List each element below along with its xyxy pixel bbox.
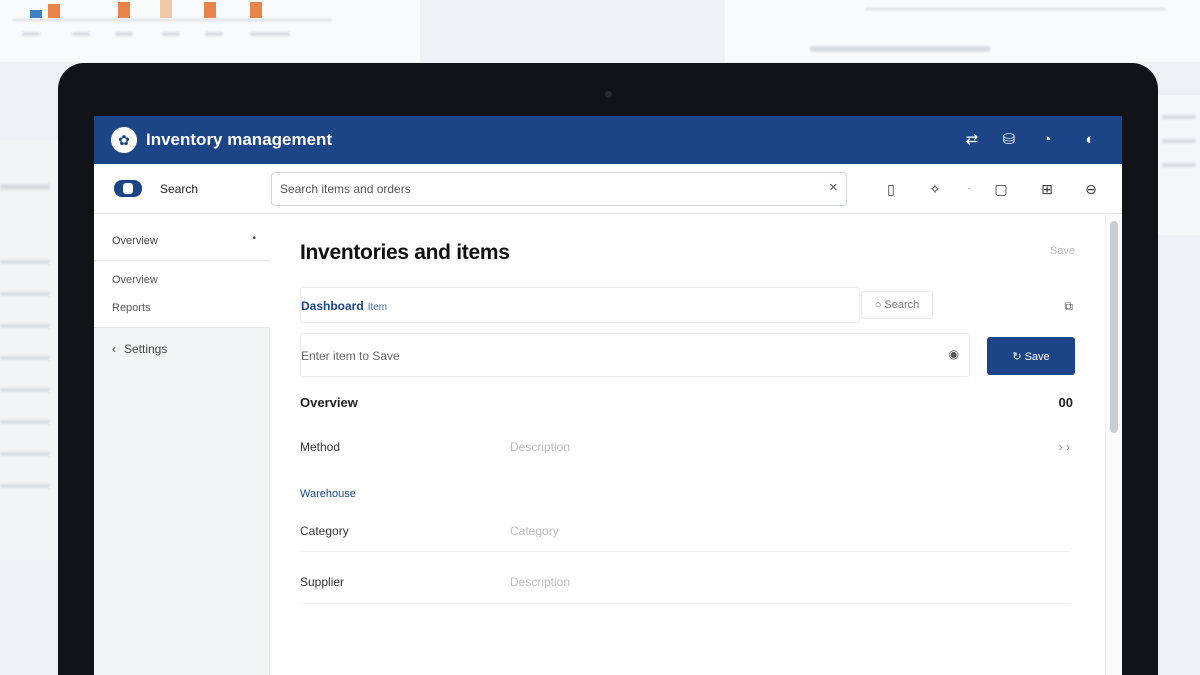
sidebar-group: Overview Reports (94, 262, 270, 328)
table-row[interactable]: Warehouse (300, 481, 1080, 511)
eye-icon[interactable]: ◉ (949, 347, 959, 361)
search-input[interactable] (280, 179, 810, 199)
divider (300, 551, 1070, 552)
toolbar-label: Search (160, 182, 199, 196)
webcam (605, 91, 612, 98)
clear-icon[interactable]: ✕ (829, 181, 838, 194)
row-chevron-icon[interactable]: › › (1059, 440, 1070, 454)
app-header: ✿ Inventory management ⇄ ⛁ ◔ ◐ (94, 116, 1122, 164)
sidebar-item-reports[interactable]: Reports (112, 302, 151, 314)
app-title: Inventory management (146, 130, 333, 149)
chevron-left-icon: ‹ (112, 342, 116, 356)
sidebar-item-label: Settings (124, 342, 168, 356)
logo-icon: ✿ (111, 127, 137, 153)
bell-icon[interactable]: ◔ (1035, 128, 1059, 152)
table-row[interactable]: Method Description › › (300, 433, 1080, 463)
sidebar-header[interactable]: Overview • (94, 215, 270, 261)
row-value: Category (510, 524, 559, 538)
square-icon[interactable]: ▢ (990, 178, 1012, 200)
table-row[interactable]: Supplier Description (300, 568, 1080, 598)
row-key: Method (300, 440, 341, 454)
item-entry-field[interactable]: ◉ (300, 333, 970, 377)
main-content: Inventories and items Save Dashboard Item… (271, 215, 1105, 675)
filter-bar[interactable]: Dashboard Item (300, 287, 860, 323)
more-icon[interactable]: · (958, 178, 980, 200)
row-key: Category (300, 524, 349, 538)
sidebar-item-overview[interactable]: Overview (112, 274, 158, 286)
device-icon[interactable]: ▯ (880, 178, 902, 200)
filter-search-chip[interactable]: ○ Search (861, 291, 933, 319)
background-document (1158, 95, 1200, 235)
laptop-screen: ✿ Inventory management ⇄ ⛁ ◔ ◐ Search ✕ … (94, 116, 1122, 675)
row-value: Description (510, 575, 571, 589)
section-count: 00 (1058, 395, 1073, 410)
scrollbar-thumb[interactable] (1110, 221, 1118, 433)
row-value: Description (510, 440, 571, 454)
grid-icon[interactable]: ⊞ (1036, 178, 1058, 200)
logout-icon[interactable]: ⊖ (1080, 178, 1102, 200)
dropdown-icon[interactable]: • (252, 233, 256, 244)
background-document (725, 0, 1200, 62)
sidebar-item-settings[interactable]: ‹ Settings (112, 342, 167, 356)
section-title: Overview (300, 395, 358, 410)
item-entry-input[interactable] (301, 346, 901, 366)
search-icon: ○ (874, 299, 882, 311)
bag-icon[interactable]: ⛁ (997, 128, 1021, 152)
user-icon[interactable]: ◐ (1078, 128, 1102, 152)
background-document (0, 0, 420, 62)
copy-icon[interactable]: ⧉ (1064, 299, 1073, 314)
sidebar-header-label: Overview (112, 235, 158, 247)
page-action-link[interactable]: Save (1050, 245, 1075, 257)
sidebar: Overview • Overview Reports ‹ Settings (94, 215, 270, 675)
toolbar: Search ✕ ▯ ✧ · ▢ ⊞ ⊖ (94, 164, 1122, 214)
swap-icon[interactable]: ⇄ (960, 128, 984, 152)
table-row[interactable]: Category Category (300, 517, 1080, 547)
background-document (0, 140, 62, 560)
scrollbar[interactable] (1105, 215, 1122, 675)
filter-label: Dashboard Item (301, 299, 388, 313)
search-box[interactable]: ✕ (271, 172, 847, 206)
row-key[interactable]: Warehouse (300, 488, 356, 500)
save-button[interactable]: ↻ Save (987, 337, 1075, 375)
page-title: Inventories and items (300, 241, 510, 264)
refresh-icon: ↻ (1012, 350, 1022, 363)
brand-toggle-icon[interactable] (114, 180, 142, 197)
filter-sublabel: Item (367, 302, 388, 313)
magic-icon[interactable]: ✧ (924, 178, 946, 200)
divider (300, 603, 1070, 604)
row-key: Supplier (300, 575, 345, 589)
